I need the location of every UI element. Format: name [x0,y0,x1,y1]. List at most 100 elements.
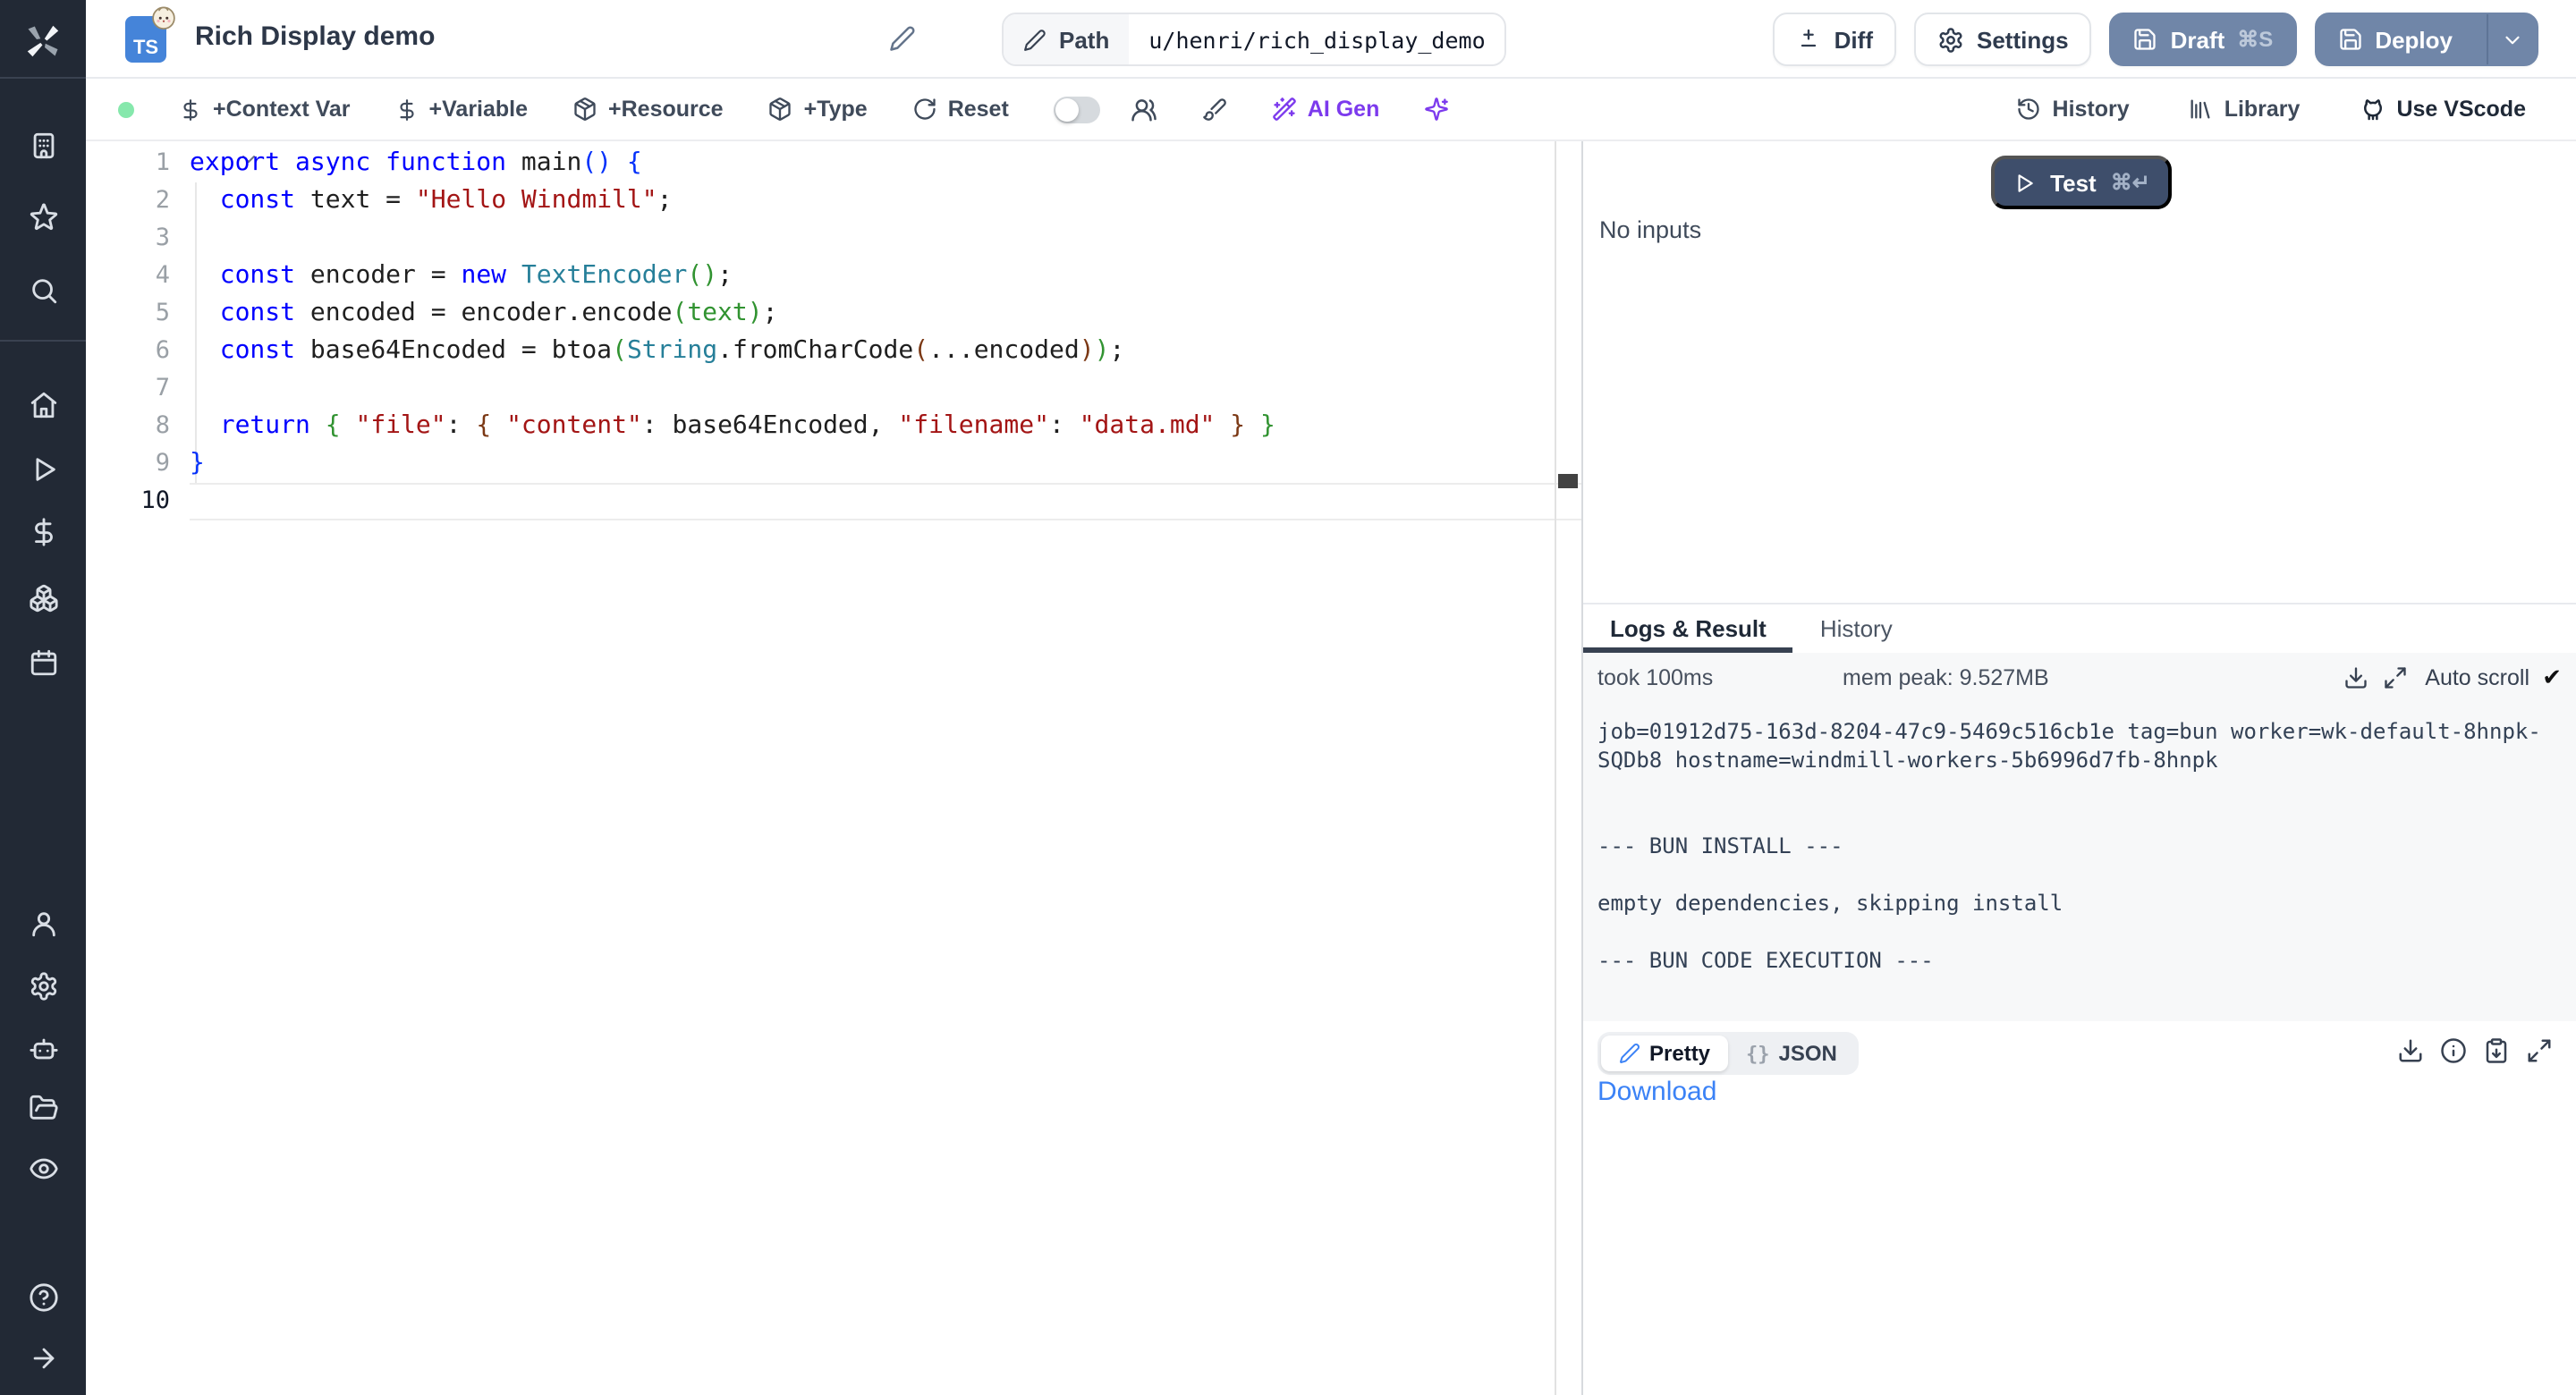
add-variable-button[interactable]: +Variable [395,97,529,122]
format-button[interactable] [1202,97,1227,122]
page-title: Rich Display demo [195,21,435,52]
bun-emoji [150,4,177,30]
folder-open-icon [28,1093,58,1123]
pen-icon [1619,1043,1640,1064]
dollar-icon [395,97,419,121]
add-context-var-button[interactable]: +Context Var [179,97,351,122]
copy-result-icon[interactable] [2483,1037,2510,1064]
path-value: u/henri/rich_display_demo [1129,14,1504,64]
sidebar-item-workers[interactable] [0,1034,86,1064]
pretty-label: Pretty [1649,1041,1710,1066]
ai-gen-button[interactable]: AI Gen [1272,97,1380,122]
diff-button[interactable]: Diff [1774,13,1896,66]
resource-label: +Resource [608,97,724,122]
result-view-switcher: Pretty {} JSON [1597,1032,1859,1075]
search-icon [28,275,58,306]
package-icon [768,97,793,122]
play-icon [2012,171,2036,194]
duration-text: took 100ms [1597,665,1713,690]
deploy-button[interactable]: Deploy [2314,13,2538,66]
building-icon [28,131,58,161]
use-vscode-button[interactable]: Use VScode [2359,96,2526,123]
pretty-tab[interactable]: Pretty [1601,1036,1728,1071]
collaborators-button[interactable] [1131,96,1157,123]
add-resource-button[interactable]: +Resource [572,97,724,122]
gear-icon [1937,26,1964,53]
eye-icon [28,1154,58,1184]
sparkles-icon [1424,97,1449,122]
reset-icon [912,97,937,122]
pencil-icon [1023,28,1046,51]
sidebar-item-help[interactable] [0,1282,86,1313]
download-link[interactable]: Download [1597,1077,1716,1107]
sidebar-item-resources[interactable] [0,583,86,613]
sidebar-item-folders[interactable] [0,1093,86,1123]
code-editor[interactable]: 12345678910 export async function main()… [86,141,1581,1395]
sidebar-item-variables[interactable] [0,517,86,547]
sidebar-item-users[interactable] [0,909,86,939]
diff-mode-toggle[interactable] [1054,96,1100,123]
history-icon [2017,97,2042,122]
star-icon [28,202,58,232]
json-tab[interactable]: {} JSON [1728,1036,1855,1071]
auto-scroll-label[interactable]: Auto scroll [2425,665,2529,690]
run-panel: Test ⌘↵ No inputs Logs & Result History … [1583,141,2576,1395]
calendar-icon [28,647,58,678]
sidebar-item-workspace[interactable] [0,131,86,161]
edit-summary-icon[interactable] [889,25,916,52]
download-result-icon[interactable] [2397,1037,2424,1064]
sidebar-divider [0,77,86,79]
expand-logs-icon[interactable] [2382,665,2407,690]
tab-logs-result[interactable]: Logs & Result [1583,604,1793,653]
tab-history[interactable]: History [1793,604,1919,653]
path-label-segment: Path [1004,14,1129,64]
deploy-main[interactable]: Deploy [2316,14,2474,64]
save-icon [2337,27,2362,52]
sidebar-divider [0,340,86,342]
settings-button[interactable]: Settings [1914,13,2092,66]
sidebar-item-settings[interactable] [0,971,86,1002]
result-tabs: Logs & Result History [1583,603,2576,653]
reset-button[interactable]: Reset [912,97,1009,122]
plus-minus-icon [1797,27,1822,52]
sidebar-expand-button[interactable] [0,1343,86,1374]
editor-overview-ruler[interactable] [1555,141,1581,1395]
history-button[interactable]: History [2017,97,2130,122]
sidebar-item-audit-logs[interactable] [0,1154,86,1184]
editor-toolbar: +Context Var +Variable +Resource +Type R… [86,79,2576,141]
library-button[interactable]: Library [2189,97,2301,122]
log-output[interactable]: job=01912d75-163d-8204-47c9-5469c516cb1e… [1583,703,2576,1021]
sidebar-item-home[interactable] [0,390,86,420]
top-bar: TS Rich Display demo Path u/henri/rich_d… [86,0,2576,79]
sidebar-item-runs[interactable] [0,454,86,485]
path-control[interactable]: Path u/henri/rich_display_demo [1002,13,1507,66]
save-icon [2133,27,2158,52]
status-dot [118,101,134,117]
help-icon [28,1282,58,1313]
no-inputs-text: No inputs [1599,216,1701,243]
cursor-overview-marker [1558,474,1578,488]
sidebar-item-search[interactable] [0,275,86,306]
info-icon[interactable] [2440,1037,2467,1064]
code-content[interactable]: export async function main() { const tex… [190,145,1553,520]
json-label: JSON [1779,1041,1837,1066]
use-vscode-label: Use VScode [2396,97,2526,122]
library-label: Library [2224,97,2301,122]
add-type-button[interactable]: +Type [768,97,868,122]
auto-scroll-checkbox[interactable]: ✔ [2542,664,2562,692]
diff-label: Diff [1835,26,1873,53]
package-icon [572,97,597,122]
download-logs-icon[interactable] [2343,665,2368,690]
deploy-dropdown-button[interactable] [2487,14,2537,64]
draft-button[interactable]: Draft ⌘S [2110,13,2297,66]
test-button[interactable]: Test ⌘↵ [1991,156,2172,209]
play-icon [28,454,58,485]
expand-result-icon[interactable] [2526,1037,2553,1064]
ai-sparkles-button[interactable] [1424,97,1449,122]
ai-gen-label: AI Gen [1308,97,1380,122]
windmill-logo-icon[interactable] [0,21,86,61]
wand-sparkles-icon [1272,97,1297,122]
dollar-icon [28,517,58,547]
sidebar-item-schedules[interactable] [0,647,86,678]
sidebar-item-favorites[interactable] [0,202,86,232]
